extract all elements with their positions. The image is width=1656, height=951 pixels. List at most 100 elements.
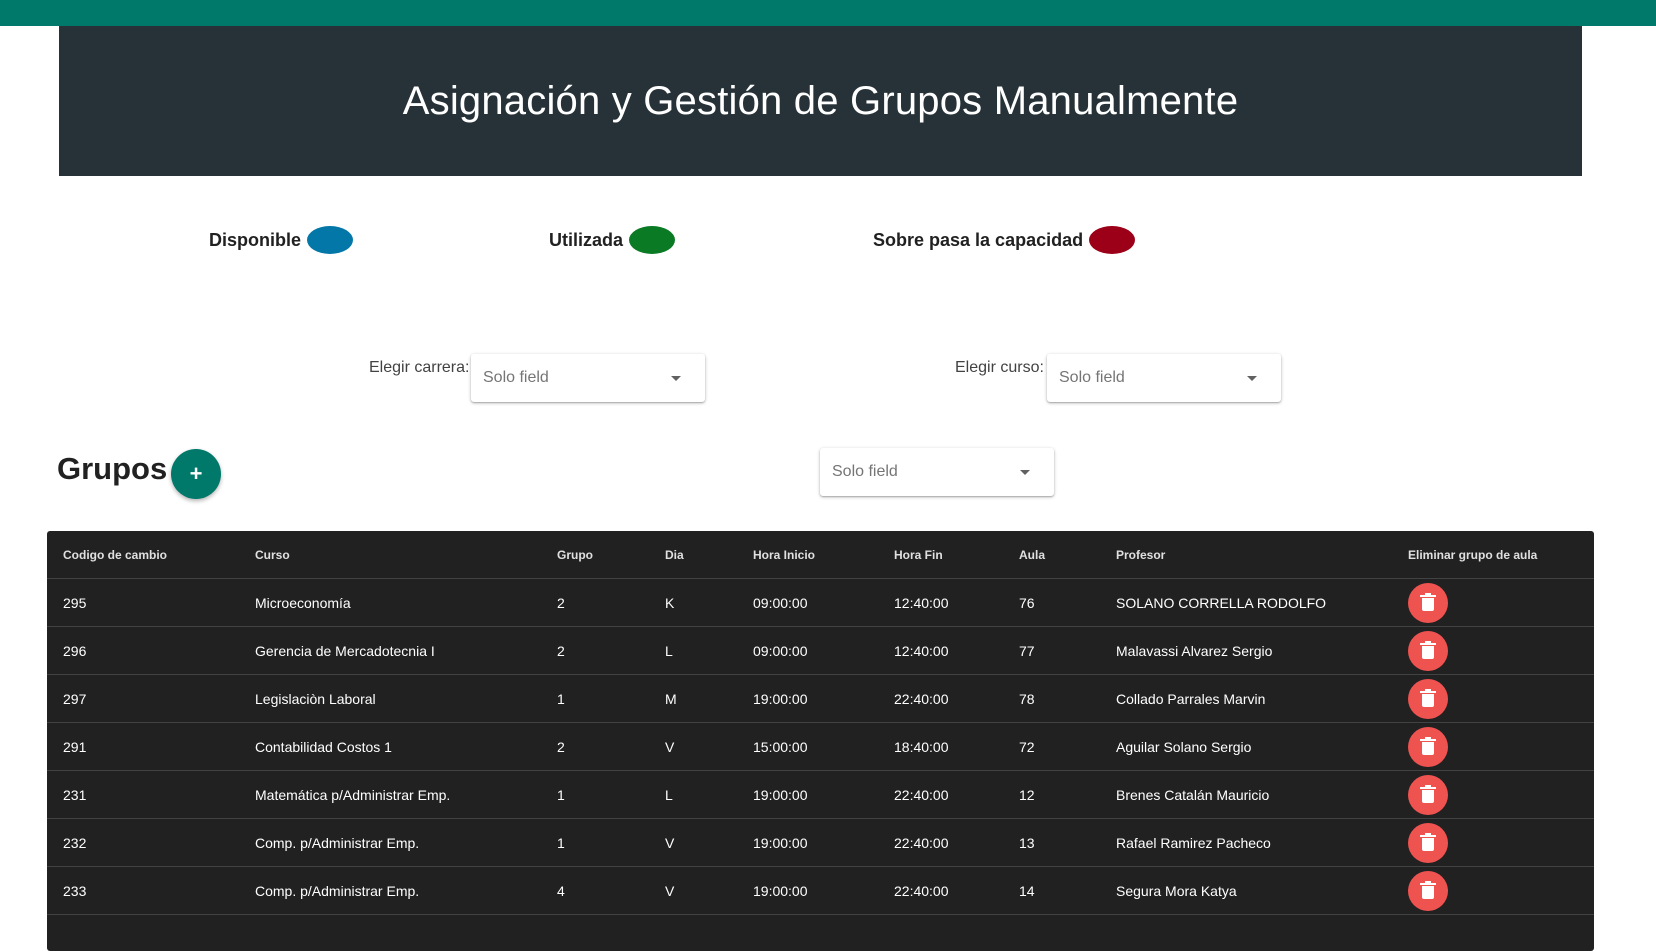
table-cell: 12 (1003, 770, 1100, 819)
table-cell: 297 (47, 674, 239, 723)
table-cell: Brenes Catalán Mauricio (1100, 770, 1392, 819)
delete-grupo-button[interactable] (1408, 630, 1448, 671)
table-cell: V (649, 722, 737, 771)
table-row: 233 Comp. p/Administrar Emp. 4 V 19:00:00 22:… (47, 866, 1594, 915)
table-cell: 19:00:00 (737, 674, 878, 723)
top-bar (0, 0, 1656, 26)
table-cell: L (649, 626, 737, 675)
legend-color-dot (307, 226, 354, 254)
delete-grupo-button[interactable] (1408, 774, 1448, 815)
column-header: Hora Fin (878, 531, 1003, 579)
table-cell: 1 (541, 674, 649, 723)
table-row: 295 Microeconomía 2 K 09:00:00 12:40:00 76 SOLA… (47, 578, 1594, 627)
delete-grupo-button[interactable] (1408, 870, 1448, 911)
trash-icon (1420, 640, 1436, 659)
table-cell: Contabilidad Costos 1 (239, 722, 541, 771)
table-cell: 231 (47, 770, 239, 819)
column-header: Grupo (541, 531, 649, 579)
table-cell: 77 (1003, 626, 1100, 675)
legend-utilizada: Utilizada (549, 224, 676, 256)
table-cell: 295 (47, 578, 239, 627)
table-cell: 14 (1003, 866, 1100, 915)
legend-color-dot (629, 226, 676, 254)
table-cell: 76 (1003, 578, 1100, 627)
table-cell: 15:00:00 (737, 722, 878, 771)
carrera-select[interactable]: Solo field (471, 354, 705, 402)
delete-grupo-button[interactable] (1408, 726, 1448, 767)
table-row: 231 Matemática p/Administrar Emp. 1 L 19:00:… (47, 770, 1594, 819)
table-cell: Rafael Ramirez Pacheco (1100, 818, 1392, 867)
curso-select[interactable]: Solo field (1047, 354, 1281, 402)
table-cell-actions (1392, 626, 1594, 675)
table-cell: Comp. p/Administrar Emp. (239, 866, 541, 915)
table-cell: 09:00:00 (737, 626, 878, 675)
table-cell-actions (1392, 866, 1594, 915)
page-title: Asignación y Gestión de Grupos Manualmen… (402, 78, 1239, 123)
table-cell-actions (1392, 674, 1594, 723)
legend-label: Disponible (209, 229, 302, 250)
trash-icon (1420, 592, 1436, 611)
legend-sobre-capacidad: Sobre pasa la capacidad (873, 224, 1136, 256)
page-header: Asignación y Gestión de Grupos Manualmen… (59, 26, 1582, 176)
table-header-row: Codigo de cambio Curso Grupo Dia Hora In… (47, 531, 1594, 579)
chevron-down-icon (671, 375, 681, 381)
column-header: Hora Inicio (737, 531, 878, 579)
table-cell: Malavassi Alvarez Sergio (1100, 626, 1392, 675)
table-cell: 1 (541, 770, 649, 819)
table-cell: Collado Parrales Marvin (1100, 674, 1392, 723)
table-cell: 4 (541, 866, 649, 915)
table-cell: Legislaciòn Laboral (239, 674, 541, 723)
table-cell: 291 (47, 722, 239, 771)
trash-icon (1420, 736, 1436, 755)
table-cell: 22:40:00 (878, 674, 1003, 723)
add-grupo-button[interactable]: + (171, 449, 221, 499)
grupos-title: Grupos (57, 451, 168, 486)
table-cell: 232 (47, 818, 239, 867)
table-row: 296 Gerencia de Mercadotecnia I 2 L 09:00:00… (47, 626, 1594, 675)
carrera-placeholder: Solo field (483, 369, 549, 386)
trash-icon (1420, 688, 1436, 707)
table-cell-actions (1392, 770, 1594, 819)
table-cell: 296 (47, 626, 239, 675)
column-header: Curso (239, 531, 541, 579)
table-cell: 78 (1003, 674, 1100, 723)
legend-disponible: Disponible (209, 224, 354, 256)
table-cell: 12:40:00 (878, 626, 1003, 675)
table-cell: 2 (541, 578, 649, 627)
table-cell: K (649, 578, 737, 627)
chevron-down-icon (1247, 375, 1257, 381)
column-header: Dia (649, 531, 737, 579)
column-header: Eliminar grupo de aula (1392, 531, 1594, 579)
legend-label: Utilizada (549, 229, 624, 250)
trash-icon (1420, 832, 1436, 851)
column-header: Profesor (1100, 531, 1392, 579)
table-row: 232 Comp. p/Administrar Emp. 1 V 19:00:00 22:… (47, 818, 1594, 867)
table-cell: 09:00:00 (737, 578, 878, 627)
column-header: Aula (1003, 531, 1100, 579)
table-cell-actions (1392, 818, 1594, 867)
carrera-label: Elegir carrera: (369, 359, 470, 376)
table-cell: 22:40:00 (878, 818, 1003, 867)
column-header: Codigo de cambio (47, 531, 239, 579)
delete-grupo-button[interactable] (1408, 822, 1448, 863)
table-cell: 19:00:00 (737, 818, 878, 867)
grupo-placeholder: Solo field (832, 463, 898, 480)
table-cell: 22:40:00 (878, 770, 1003, 819)
delete-grupo-button[interactable] (1408, 582, 1448, 623)
trash-icon (1420, 784, 1436, 803)
table-cell: V (649, 818, 737, 867)
table-cell: 2 (541, 626, 649, 675)
table-cell: 18:40:00 (878, 722, 1003, 771)
delete-grupo-button[interactable] (1408, 678, 1448, 719)
table-cell-actions (1392, 722, 1594, 771)
curso-placeholder: Solo field (1059, 369, 1125, 386)
table-cell: 22:40:00 (878, 866, 1003, 915)
legend-label: Sobre pasa la capacidad (873, 229, 1084, 250)
table-cell: 19:00:00 (737, 770, 878, 819)
table-cell: Microeconomía (239, 578, 541, 627)
table-cell: 19:00:00 (737, 866, 878, 915)
grupo-select[interactable]: Solo field (820, 448, 1054, 496)
table-cell: 12:40:00 (878, 578, 1003, 627)
grupos-table: Codigo de cambio Curso Grupo Dia Hora In… (47, 531, 1594, 951)
table-cell: V (649, 866, 737, 915)
